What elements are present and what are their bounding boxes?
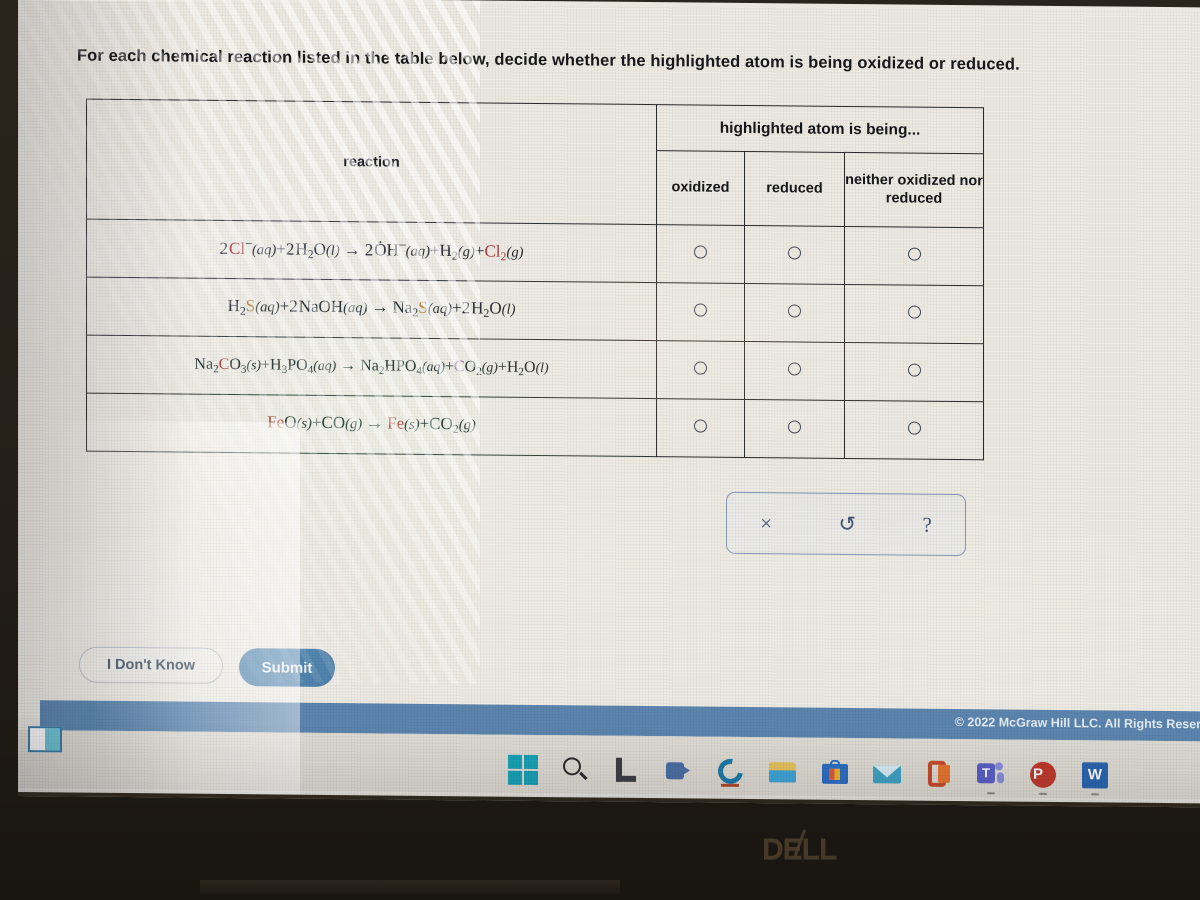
radio-row1-neither[interactable] bbox=[844, 226, 984, 286]
reaction-formula-4: FeO(s)+CO(g) → Fe(s)+CO2(g) bbox=[86, 393, 657, 457]
table-row: FeO(s)+CO(g) → Fe(s)+CO2(g) bbox=[86, 393, 984, 460]
radio-row3-reduced[interactable] bbox=[744, 341, 845, 401]
edge-browser-icon[interactable] bbox=[713, 753, 748, 789]
help-icon[interactable]: ? bbox=[922, 512, 931, 536]
radio-circle[interactable] bbox=[694, 244, 707, 259]
table-row: 2Cl−(aq)+2H2O(l) → 2ȮH−(aq)+H2(g)+Cl2(g) bbox=[86, 219, 984, 286]
radio-circle[interactable] bbox=[788, 245, 801, 260]
laptop-hinge bbox=[200, 880, 620, 894]
reaction-answer-table: reaction highlighted atom is being... ox… bbox=[86, 99, 984, 461]
teams-letter: T bbox=[977, 763, 995, 784]
header-highlighted-atom-is-being: highlighted atom is being... bbox=[656, 104, 984, 154]
word-letter: W bbox=[1087, 766, 1103, 784]
header-neither: neither oxidized nor reduced bbox=[844, 152, 984, 228]
word-icon[interactable]: W bbox=[1080, 760, 1110, 796]
header-reaction: reaction bbox=[86, 99, 657, 225]
office-icon[interactable] bbox=[924, 759, 954, 789]
table-header-row-top: reaction highlighted atom is being... bbox=[86, 99, 984, 225]
radio-circle[interactable] bbox=[907, 421, 921, 435]
radio-circle[interactable] bbox=[694, 418, 707, 433]
radio-circle[interactable] bbox=[907, 305, 921, 319]
copyright-text: © 2022 McGraw Hill LLC. All Rights Reser… bbox=[954, 714, 1200, 732]
powerpoint-icon[interactable]: P bbox=[1028, 760, 1058, 795]
window-restore-icon[interactable] bbox=[28, 726, 62, 753]
undo-icon[interactable]: ↺ bbox=[838, 511, 856, 535]
start-icon[interactable] bbox=[508, 754, 538, 785]
radio-circle[interactable] bbox=[788, 361, 801, 376]
table-row: H2S(aq)+2NaOH(aq) → Na2S(aq)+2H2O(l) bbox=[86, 277, 984, 344]
reaction-formula-1: 2Cl−(aq)+2H2O(l) → 2ȮH−(aq)+H2(g)+Cl2(g) bbox=[86, 219, 657, 283]
radio-row2-oxidized[interactable] bbox=[656, 282, 745, 342]
radio-row2-reduced[interactable] bbox=[744, 283, 845, 343]
task-view-icon[interactable] bbox=[612, 756, 642, 786]
radio-circle[interactable] bbox=[694, 360, 707, 375]
table-row: Na2CO3(s)+H3PO4(aq) → Na2HPO4(aq)+CO2(g)+H… bbox=[86, 335, 984, 402]
radio-row4-reduced[interactable] bbox=[744, 399, 845, 459]
header-reduced: reduced bbox=[744, 151, 845, 227]
header-oxidized: oxidized bbox=[656, 150, 745, 226]
radio-row3-neither[interactable] bbox=[844, 342, 984, 402]
radio-row2-neither[interactable] bbox=[844, 284, 984, 344]
radio-circle[interactable] bbox=[694, 302, 707, 317]
mail-icon[interactable] bbox=[872, 758, 902, 788]
submit-button[interactable]: Submit bbox=[239, 648, 335, 688]
answer-tool-strip: × ↺ ? bbox=[726, 491, 966, 557]
taskbar-icon-row: T P W bbox=[508, 750, 1128, 796]
teams-icon[interactable]: T bbox=[976, 759, 1006, 795]
reaction-formula-3: Na2CO3(s)+H3PO4(aq) → Na2HPO4(aq)+CO2(g)+H… bbox=[86, 335, 657, 399]
radio-row1-oxidized[interactable] bbox=[656, 224, 745, 284]
photographed-laptop-screen: DELL For each chemical reaction listed i… bbox=[0, 0, 1200, 900]
radio-row1-reduced[interactable] bbox=[744, 225, 845, 285]
powerpoint-letter: P bbox=[1032, 765, 1043, 783]
radio-circle[interactable] bbox=[788, 303, 801, 318]
radio-circle[interactable] bbox=[907, 363, 921, 377]
reaction-formula-2: H2S(aq)+2NaOH(aq) → Na2S(aq)+2H2O(l) bbox=[86, 277, 657, 341]
file-explorer-icon[interactable] bbox=[768, 757, 798, 787]
radio-circle[interactable] bbox=[788, 419, 801, 434]
microsoft-store-icon[interactable] bbox=[820, 758, 850, 788]
i-dont-know-button[interactable]: I Don't Know bbox=[79, 646, 223, 684]
radio-row4-neither[interactable] bbox=[844, 400, 984, 460]
clear-icon[interactable]: × bbox=[760, 511, 772, 535]
radio-row3-oxidized[interactable] bbox=[656, 340, 745, 400]
search-icon[interactable] bbox=[560, 755, 590, 785]
video-call-icon[interactable] bbox=[664, 756, 694, 786]
radio-circle[interactable] bbox=[907, 247, 921, 261]
radio-row4-oxidized[interactable] bbox=[656, 398, 745, 458]
lcd-screen: For each chemical reaction listed in the… bbox=[18, 0, 1200, 808]
